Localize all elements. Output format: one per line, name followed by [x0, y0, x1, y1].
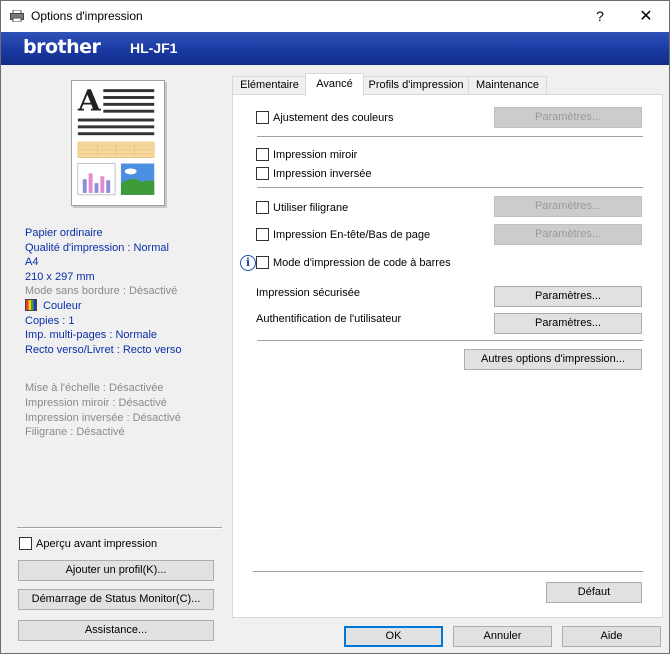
- reverse-print-checkbox[interactable]: Impression inversée: [256, 167, 371, 180]
- divider: [257, 340, 643, 341]
- summary-quality: Qualité d'impression : Normal: [25, 241, 169, 254]
- barcode-mode-checkbox[interactable]: Mode d'impression de code à barres: [256, 256, 451, 269]
- divider: [257, 187, 643, 188]
- summary-reverse: Impression inversée : Désactivé: [25, 411, 181, 424]
- svg-text:A: A: [77, 83, 102, 118]
- reverse-print-check[interactable]: [256, 167, 269, 180]
- secure-print-settings-button[interactable]: Paramètres...: [494, 286, 642, 307]
- summary-scaling: Mise à l'échelle : Désactivée: [25, 382, 164, 395]
- help-button[interactable]: Aide: [562, 626, 661, 647]
- summary-size: A4: [25, 256, 39, 269]
- summary-borderless: Mode sans bordure : Désactivé: [25, 285, 178, 298]
- summary-dimensions: 210 x 297 mm: [25, 270, 95, 283]
- summary-color-row: Couleur: [25, 298, 220, 314]
- page-preview: A: [9, 72, 222, 217]
- print-preview-checkbox[interactable]: Aperçu avant impression: [19, 537, 157, 550]
- color-adjust-check[interactable]: [256, 111, 269, 124]
- settings-summary: Papier ordinaire Qualité d'impression : …: [25, 226, 220, 440]
- user-auth-label: Authentification de l'utilisateur: [256, 313, 402, 325]
- help-title-button[interactable]: ?: [577, 1, 623, 32]
- advanced-tab-panel: Ajustement des couleurs Paramètres... Im…: [232, 94, 663, 618]
- mirror-print-checkbox[interactable]: Impression miroir: [256, 148, 357, 161]
- header-footer-label: Impression En-tête/Bas de page: [273, 229, 431, 241]
- brother-logo: brother: [23, 36, 101, 58]
- summary-media: Papier ordinaire: [25, 227, 103, 239]
- user-auth-settings-button[interactable]: Paramètres...: [494, 313, 642, 334]
- summary-copies: Copies : 1: [25, 314, 75, 327]
- color-settings-button[interactable]: Paramètres...: [494, 107, 642, 128]
- watermark-settings-button[interactable]: Paramètres...: [494, 196, 642, 217]
- color-icon: [25, 298, 37, 311]
- divider: [253, 571, 643, 572]
- mirror-print-check[interactable]: [256, 148, 269, 161]
- print-options-window: Options d'impression ? ✕ brother HL-JF1 …: [0, 0, 670, 654]
- print-preview-label: Aperçu avant impression: [36, 538, 158, 550]
- summary-mirror: Impression miroir : Désactivé: [25, 396, 167, 409]
- watermark-checkbox[interactable]: Utiliser filigrane: [256, 201, 348, 214]
- settings-summary-panel: A Papier ordinaire Qualité d'impression …: [9, 72, 224, 647]
- status-monitor-button[interactable]: Démarrage de Status Monitor(C)...: [18, 589, 214, 610]
- summary-multipage: Imp. multi-pages : Normale: [25, 329, 158, 342]
- color-adjust-label: Ajustement des couleurs: [273, 112, 394, 124]
- header-footer-checkbox[interactable]: Impression En-tête/Bas de page: [256, 228, 430, 241]
- brand-banner: brother HL-JF1: [1, 32, 669, 65]
- default-button[interactable]: Défaut: [546, 582, 642, 603]
- reverse-print-label: Impression inversée: [273, 168, 372, 180]
- other-print-options-button[interactable]: Autres options d'impression...: [464, 349, 642, 370]
- header-footer-check[interactable]: [256, 228, 269, 241]
- print-preview-check[interactable]: [19, 537, 32, 550]
- printer-model: HL-JF1: [130, 40, 178, 56]
- summary-duplex: Recto verso/Livret : Recto verso: [25, 343, 182, 356]
- title-bar: Options d'impression ? ✕: [1, 1, 669, 32]
- summary-color: Couleur: [43, 299, 82, 312]
- watermark-check[interactable]: [256, 201, 269, 214]
- barcode-mode-label: Mode d'impression de code à barres: [273, 257, 451, 269]
- left-divider: [17, 527, 222, 529]
- color-adjust-checkbox[interactable]: Ajustement des couleurs: [256, 111, 393, 124]
- tab-advanced[interactable]: Avancé: [305, 73, 364, 96]
- close-button[interactable]: ✕: [623, 1, 669, 32]
- header-footer-settings-button[interactable]: Paramètres...: [494, 224, 642, 245]
- support-button[interactable]: Assistance...: [18, 620, 214, 641]
- ok-button[interactable]: OK: [344, 626, 443, 647]
- cancel-button[interactable]: Annuler: [453, 626, 552, 647]
- window-title: Options d'impression: [31, 9, 143, 23]
- tab-basic[interactable]: Elémentaire: [232, 76, 307, 96]
- barcode-mode-check[interactable]: [256, 256, 269, 269]
- info-icon[interactable]: i: [240, 255, 256, 271]
- summary-watermark: Filigrane : Désactivé: [25, 426, 125, 439]
- mirror-print-label: Impression miroir: [273, 149, 358, 161]
- tab-maintenance[interactable]: Maintenance: [468, 76, 547, 96]
- tab-print-profiles[interactable]: Profils d'impression: [363, 76, 469, 96]
- page-preview-icon: A: [71, 80, 165, 206]
- printer-icon: [10, 10, 24, 22]
- divider: [257, 136, 643, 137]
- watermark-label: Utiliser filigrane: [273, 202, 349, 214]
- add-profile-button[interactable]: Ajouter un profil(K)...: [18, 560, 214, 581]
- secure-print-label: Impression sécurisée: [256, 287, 360, 299]
